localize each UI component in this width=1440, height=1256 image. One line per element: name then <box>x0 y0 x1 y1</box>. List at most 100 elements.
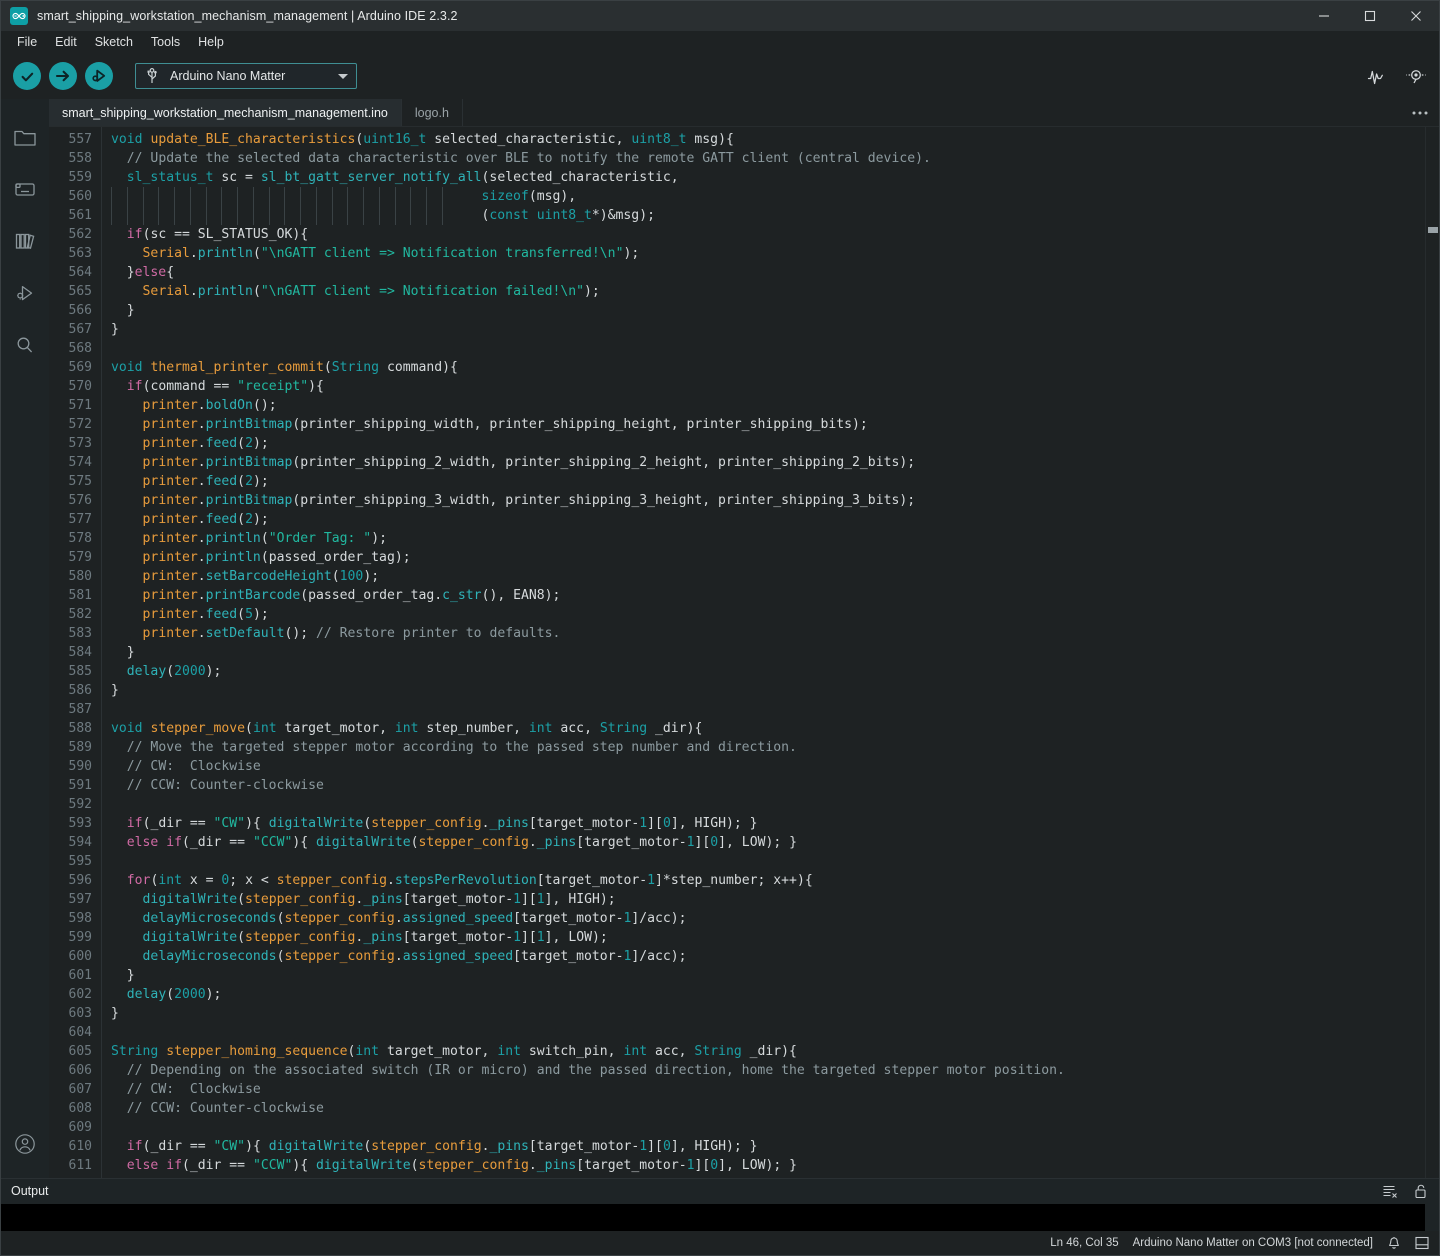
code-line[interactable]: } <box>102 966 1439 985</box>
code-line[interactable]: // CW: Clockwise <box>102 1080 1439 1099</box>
close-icon[interactable] <box>1393 1 1439 31</box>
code-line[interactable]: } <box>102 643 1439 662</box>
code-line[interactable]: printer.printBarcode(passed_order_tag.c_… <box>102 586 1439 605</box>
menu-tools[interactable]: Tools <box>142 33 189 52</box>
output-console[interactable] <box>1 1204 1425 1232</box>
maximize-icon[interactable] <box>1347 1 1393 31</box>
code-line[interactable]: sizeof(msg), <box>102 187 1439 206</box>
bell-icon[interactable] <box>1387 1236 1401 1251</box>
sidebar-item-debug[interactable] <box>1 267 49 319</box>
code-line[interactable]: else if(_dir == "CCW"){ digitalWrite(ste… <box>102 1156 1439 1175</box>
menu-file[interactable]: File <box>8 33 46 52</box>
code-line[interactable]: printer.println(passed_order_tag); <box>102 548 1439 567</box>
code-token <box>111 151 127 166</box>
code-line[interactable]: Serial.println("\nGATT client => Notific… <box>102 244 1439 263</box>
code-line[interactable] <box>102 700 1439 719</box>
code-token: int <box>158 873 182 888</box>
code-line[interactable] <box>102 795 1439 814</box>
code-token: ){ <box>308 379 324 394</box>
code-line[interactable]: printer.feed(2); <box>102 510 1439 529</box>
code-line[interactable]: if(command == "receipt"){ <box>102 377 1439 396</box>
code-line[interactable]: delayMicroseconds(stepper_config.assigne… <box>102 909 1439 928</box>
code-line[interactable]: // CCW: Counter-clockwise <box>102 776 1439 795</box>
verify-button[interactable] <box>13 62 41 90</box>
code-token: Serial <box>143 246 190 261</box>
unlock-autoscroll-icon[interactable] <box>1414 1183 1427 1199</box>
clear-output-icon[interactable] <box>1382 1184 1398 1198</box>
tab-output[interactable]: Output <box>11 1184 49 1198</box>
line-number: 578 <box>49 529 101 548</box>
scrollbar-thumb[interactable] <box>1428 227 1438 233</box>
code-line[interactable]: printer.setBarcodeHeight(100); <box>102 567 1439 586</box>
menu-edit[interactable]: Edit <box>46 33 86 52</box>
toggle-panel-icon[interactable] <box>1415 1236 1429 1250</box>
code-line[interactable]: } <box>102 681 1439 700</box>
tab-sketch-ino[interactable]: smart_shipping_workstation_mechanism_man… <box>49 99 402 126</box>
tab-logo-h[interactable]: logo.h <box>402 99 463 126</box>
code-line[interactable]: else if(_dir == "CCW"){ digitalWrite(ste… <box>102 833 1439 852</box>
line-number: 571 <box>49 396 101 415</box>
sidebar-item-boards-manager[interactable] <box>1 163 49 215</box>
code-line[interactable]: delay(2000); <box>102 662 1439 681</box>
menu-sketch[interactable]: Sketch <box>86 33 142 52</box>
code-line[interactable]: }else{ <box>102 263 1439 282</box>
code-line[interactable]: printer.setDefault(); // Restore printer… <box>102 624 1439 643</box>
upload-button[interactable] <box>49 62 77 90</box>
code-line[interactable]: // CCW: Counter-clockwise <box>102 1099 1439 1118</box>
code-line[interactable]: digitalWrite(stepper_config._pins[target… <box>102 890 1439 909</box>
code-line[interactable]: for(int x = 0; x < stepper_config.stepsP… <box>102 871 1439 890</box>
code-line[interactable]: // Depending on the associated switch (I… <box>102 1061 1439 1080</box>
code-line[interactable]: printer.boldOn(); <box>102 396 1439 415</box>
code-line[interactable] <box>102 339 1439 358</box>
code-token <box>111 740 127 755</box>
code-line[interactable]: Serial.println("\nGATT client => Notific… <box>102 282 1439 301</box>
code-line[interactable]: sl_status_t sc = sl_bt_gatt_server_notif… <box>102 168 1439 187</box>
code-line[interactable]: delayMicroseconds(stepper_config.assigne… <box>102 947 1439 966</box>
code-line[interactable]: // CW: Clockwise <box>102 757 1439 776</box>
code-line[interactable] <box>102 852 1439 871</box>
code-token: (_dir == <box>182 835 253 850</box>
line-number: 601 <box>49 966 101 985</box>
code-line[interactable]: } <box>102 320 1439 339</box>
code-token: printer <box>143 607 198 622</box>
editor-vertical-scrollbar[interactable] <box>1425 127 1439 1178</box>
code-line[interactable] <box>102 1118 1439 1137</box>
menu-help[interactable]: Help <box>189 33 233 52</box>
code-line[interactable]: printer.printBitmap(printer_shipping_3_w… <box>102 491 1439 510</box>
code-line[interactable]: // Update the selected data characterist… <box>102 149 1439 168</box>
code-line[interactable]: if(_dir == "CW"){ digitalWrite(stepper_c… <box>102 814 1439 833</box>
code-line[interactable] <box>102 1023 1439 1042</box>
code-line[interactable]: void update_BLE_characteristics(uint16_t… <box>102 130 1439 149</box>
code-line[interactable]: void stepper_move(int target_motor, int … <box>102 719 1439 738</box>
tab-more-icon[interactable] <box>1411 99 1429 127</box>
account-icon[interactable] <box>1 1118 49 1170</box>
minimize-icon[interactable] <box>1301 1 1347 31</box>
sidebar-item-sketchbook[interactable] <box>1 111 49 163</box>
serial-monitor-icon[interactable] <box>1405 65 1427 87</box>
serial-plotter-icon[interactable] <box>1365 65 1387 87</box>
code-line[interactable]: } <box>102 1004 1439 1023</box>
sidebar-item-library-manager[interactable] <box>1 215 49 267</box>
code-editor[interactable]: 5575585595605615625635645655665675685695… <box>49 127 1439 1178</box>
debug-button[interactable] <box>85 62 113 90</box>
code-line[interactable]: // Move the targeted stepper motor accor… <box>102 738 1439 757</box>
code-line[interactable]: printer.feed(2); <box>102 434 1439 453</box>
board-selector[interactable]: Arduino Nano Matter <box>135 63 357 89</box>
code-line[interactable]: delay(2000); <box>102 985 1439 1004</box>
code-line[interactable]: if(sc == SL_STATUS_OK){ <box>102 225 1439 244</box>
code-line[interactable]: printer.println("Order Tag: "); <box>102 529 1439 548</box>
code-line[interactable]: printer.feed(5); <box>102 605 1439 624</box>
code-line[interactable]: (const uint8_t*)&msg); <box>102 206 1439 225</box>
code-token: . <box>198 531 206 546</box>
sidebar-item-search[interactable] <box>1 319 49 371</box>
code-line[interactable]: String stepper_homing_sequence(int targe… <box>102 1042 1439 1061</box>
code-token: setBarcodeHeight <box>206 569 332 584</box>
code-content[interactable]: void update_BLE_characteristics(uint16_t… <box>101 127 1439 1178</box>
code-line[interactable]: digitalWrite(stepper_config._pins[target… <box>102 928 1439 947</box>
code-line[interactable]: if(_dir == "CW"){ digitalWrite(stepper_c… <box>102 1137 1439 1156</box>
code-line[interactable]: void thermal_printer_commit(String comma… <box>102 358 1439 377</box>
code-line[interactable]: printer.printBitmap(printer_shipping_wid… <box>102 415 1439 434</box>
code-line[interactable]: printer.feed(2); <box>102 472 1439 491</box>
code-line[interactable]: } <box>102 301 1439 320</box>
code-line[interactable]: printer.printBitmap(printer_shipping_2_w… <box>102 453 1439 472</box>
